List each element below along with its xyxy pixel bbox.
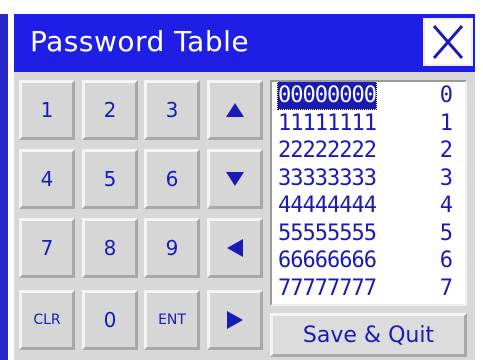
list-item[interactable]: 55555555 5 <box>272 220 465 248</box>
password-index: 5 <box>439 220 453 246</box>
up-arrow-button[interactable] <box>207 80 263 140</box>
key-6[interactable]: 6 <box>144 149 200 209</box>
password-index: 2 <box>439 138 453 163</box>
password-index: 0 <box>439 83 453 108</box>
key-9[interactable]: 9 <box>144 218 200 278</box>
list-item[interactable]: 66666666 6 <box>272 247 465 275</box>
arrow-left-icon <box>227 239 243 257</box>
arrow-up-icon <box>226 103 244 117</box>
left-arrow-button[interactable] <box>207 218 263 278</box>
list-item[interactable]: 11111111 1 <box>272 110 465 138</box>
password-value: 22222222 <box>278 138 377 163</box>
window-title: Password Table <box>30 25 250 58</box>
save-quit-button[interactable]: Save & Quit <box>270 313 467 357</box>
key-2[interactable]: 2 <box>82 80 138 140</box>
close-x-icon <box>432 25 464 59</box>
list-item[interactable]: 00000000 0 <box>272 82 465 110</box>
title-bar: Password Table <box>14 14 475 72</box>
clear-button[interactable]: CLR <box>19 290 75 350</box>
close-button[interactable] <box>423 18 473 66</box>
password-index: 4 <box>439 193 453 218</box>
password-value: 55555555 <box>278 220 377 246</box>
password-value: 33333333 <box>278 165 377 191</box>
list-item[interactable]: 22222222 2 <box>272 137 465 165</box>
down-arrow-button[interactable] <box>207 149 263 209</box>
key-4[interactable]: 4 <box>19 149 75 209</box>
password-index: 1 <box>439 110 453 136</box>
window-left-edge <box>0 14 8 360</box>
password-table-window: Password Table 1 2 3 4 5 6 7 8 9 CLR 0 E… <box>0 0 483 360</box>
arrow-right-icon <box>227 311 243 329</box>
key-1[interactable]: 1 <box>19 80 75 140</box>
arrow-down-icon <box>226 172 244 186</box>
right-arrow-button[interactable] <box>207 290 263 350</box>
list-item[interactable]: 77777777 7 <box>272 275 465 303</box>
list-item[interactable]: 44444444 4 <box>272 192 465 220</box>
password-value: 77777777 <box>278 275 377 301</box>
enter-button[interactable]: ENT <box>144 290 200 350</box>
password-value: 11111111 <box>278 110 377 136</box>
key-3[interactable]: 3 <box>144 80 200 140</box>
list-item[interactable]: 33333333 3 <box>272 165 465 193</box>
key-5[interactable]: 5 <box>82 149 138 209</box>
password-list[interactable]: 00000000 0 11111111 1 22222222 2 3333333… <box>270 80 467 306</box>
password-index: 6 <box>439 248 453 273</box>
password-index: 3 <box>439 165 453 191</box>
password-index: 7 <box>439 275 453 301</box>
password-value: 44444444 <box>278 193 377 218</box>
password-value: 00000000 <box>277 82 377 110</box>
key-7[interactable]: 7 <box>19 218 75 278</box>
key-0[interactable]: 0 <box>82 290 138 350</box>
key-8[interactable]: 8 <box>82 218 138 278</box>
password-value: 66666666 <box>278 248 377 273</box>
